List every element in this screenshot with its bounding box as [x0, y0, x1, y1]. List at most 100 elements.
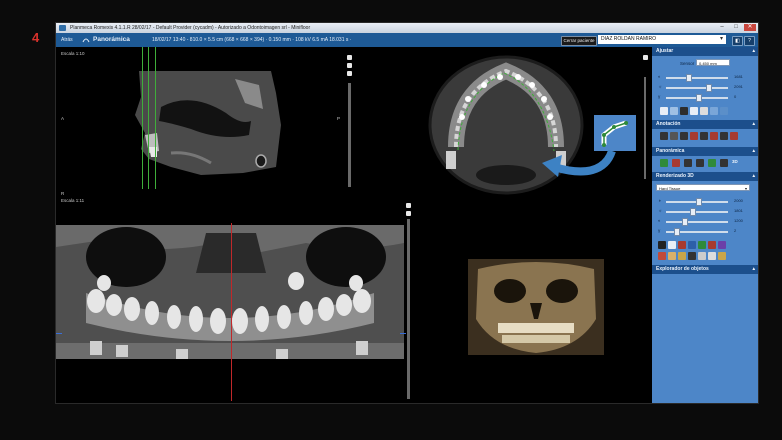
help-icon[interactable]: ?: [744, 36, 755, 46]
layers-icon[interactable]: [643, 55, 648, 60]
view-3d-badge[interactable]: 3D: [732, 159, 738, 164]
ruler-icon[interactable]: [660, 132, 668, 140]
panoramic-scale-label: Escala 1:11: [61, 198, 85, 203]
layers-icon[interactable]: [406, 203, 411, 208]
measure-icon[interactable]: [347, 71, 352, 76]
measure-3d-icon[interactable]: [698, 252, 706, 260]
collapse-icon[interactable]: ▴: [752, 172, 755, 181]
implant-icon[interactable]: [684, 159, 692, 167]
contrast-value: 1681: [734, 74, 743, 79]
render-slider-1[interactable]: [666, 198, 728, 206]
render-mode-icon[interactable]: [658, 241, 666, 249]
eye-icon[interactable]: [406, 211, 411, 216]
eye-icon[interactable]: [347, 63, 352, 68]
cross-section-icon[interactable]: [708, 159, 716, 167]
close-button[interactable]: ✕: [744, 24, 756, 31]
filter-icon[interactable]: [710, 107, 718, 115]
snapshot-icon[interactable]: [708, 252, 716, 260]
section-anotacion-title: Anotación: [656, 121, 681, 127]
delete-annotation-icon[interactable]: [730, 132, 738, 140]
lighting-icon[interactable]: [668, 241, 676, 249]
close-patient-button[interactable]: Cerrar paciente: [561, 36, 597, 46]
sidebar: Ajustar ▴ Sensor 0,450 mm ◐ 1681 ☼ 2091 …: [652, 47, 758, 403]
minimize-button[interactable]: –: [716, 24, 728, 31]
app-logo-icon: [59, 25, 66, 31]
bone-icon[interactable]: [718, 252, 726, 260]
section-ajustar[interactable]: Ajustar ▴: [652, 47, 758, 56]
section-panoramica[interactable]: Panorámica ▴: [652, 147, 758, 156]
rotate-icon[interactable]: [658, 252, 666, 260]
thickness-icon[interactable]: [720, 159, 728, 167]
segment-icon[interactable]: [698, 241, 706, 249]
color-map-icon[interactable]: [718, 241, 726, 249]
title-bar: Planmeca Romexis 4.1.1.R 28/02/17 - Defa…: [56, 23, 758, 33]
render-slider-1-value: 2000: [734, 198, 743, 203]
skull-icon[interactable]: [700, 107, 708, 115]
slice-icon[interactable]: [696, 159, 704, 167]
airway-icon[interactable]: [688, 252, 696, 260]
nerve-canal-icon[interactable]: [672, 159, 680, 167]
layers-icon[interactable]: [347, 55, 352, 60]
ellipse-annotation-icon[interactable]: [710, 132, 718, 140]
render-3d-view[interactable]: [468, 259, 604, 355]
collapse-icon[interactable]: ▴: [752, 147, 755, 156]
sagittal-scrollbar[interactable]: [348, 83, 351, 187]
brightness-slider[interactable]: [666, 84, 728, 92]
window-level-icon[interactable]: [680, 107, 688, 115]
toolbar: Atrás Panorámica 18/02/17 13:40 - 810.0 …: [56, 33, 758, 47]
render-preset-select[interactable]: Hard Tissue ▾: [656, 184, 750, 191]
scan-info: 18/02/17 13:40 - 810.0 × 5.5 cm (668 × 6…: [152, 37, 352, 43]
text-annotation-icon[interactable]: [680, 132, 688, 140]
sagittal-ct-view[interactable]: [131, 63, 281, 175]
render-slider-2[interactable]: [666, 208, 728, 216]
opacity-icon: ◑: [658, 198, 661, 203]
zoom-icon[interactable]: [660, 107, 668, 115]
axial-scrollbar[interactable]: [644, 77, 646, 179]
collapse-icon[interactable]: ▴: [752, 120, 755, 129]
pan-icon[interactable]: [670, 107, 678, 115]
section-anotacion[interactable]: Anotación ▴: [652, 120, 758, 129]
render-slider-3[interactable]: [666, 218, 728, 226]
curve-tool-icon: [601, 120, 628, 147]
chevron-down-icon: ▾: [744, 186, 747, 191]
contrast-icon: ◐: [658, 218, 661, 223]
reset-icon[interactable]: [720, 107, 728, 115]
sharpen-icon[interactable]: [690, 107, 698, 115]
chevron-down-icon: ▾: [719, 36, 723, 42]
layout-icon[interactable]: ◧: [732, 36, 743, 46]
panoramic-blue-mark-left: [56, 333, 62, 334]
clip-icon[interactable]: [678, 241, 686, 249]
arrow-annotation-icon[interactable]: [690, 132, 698, 140]
collapse-icon[interactable]: ▴: [752, 265, 755, 274]
contrast-slider[interactable]: [666, 74, 728, 82]
sagittal-guide-line-3[interactable]: [155, 47, 156, 189]
back-button[interactable]: Atrás: [61, 33, 73, 47]
panoramic-center-line[interactable]: [231, 223, 232, 401]
sensor-select[interactable]: 0,450 mm: [696, 59, 730, 66]
panoramic-curve-icon[interactable]: [660, 159, 668, 167]
teeth-icon[interactable]: [678, 252, 686, 260]
gamma-slider[interactable]: [666, 94, 728, 102]
collapse-icon[interactable]: ▴: [752, 47, 755, 56]
sagittal-guide-line-2[interactable]: [148, 47, 149, 189]
panoramic-blue-mark-right: [400, 333, 406, 334]
panoramic-scrollbar[interactable]: [407, 219, 410, 399]
cut-icon[interactable]: [708, 241, 716, 249]
freehand-annotation-icon[interactable]: [720, 132, 728, 140]
render-slider-4[interactable]: [666, 228, 728, 236]
maximize-button[interactable]: □: [730, 24, 742, 31]
section-panoramica-title: Panorámica: [656, 148, 685, 154]
rectangle-annotation-icon[interactable]: [700, 132, 708, 140]
sagittal-guide-line-1[interactable]: [142, 47, 143, 189]
volume-icon[interactable]: [688, 241, 696, 249]
gamma-value: 0: [734, 94, 737, 99]
section-explorador[interactable]: Explorador de objetos ▴: [652, 265, 758, 274]
section-renderizado-3d[interactable]: Renderizado 3D ▴: [652, 172, 758, 181]
romexis-window: Planmeca Romexis 4.1.1.R 28/02/17 - Defa…: [55, 22, 759, 404]
window-title: Planmeca Romexis 4.1.1.R 28/02/17 - Defa…: [70, 25, 311, 31]
skull-3d-icon[interactable]: [668, 252, 676, 260]
patient-select[interactable]: DIAZ ROLDAN RAMIRO ▾: [598, 35, 726, 44]
render-slider-4-value: 2: [734, 228, 737, 233]
contrast-icon: ◐: [658, 74, 661, 79]
angle-icon[interactable]: [670, 132, 678, 140]
